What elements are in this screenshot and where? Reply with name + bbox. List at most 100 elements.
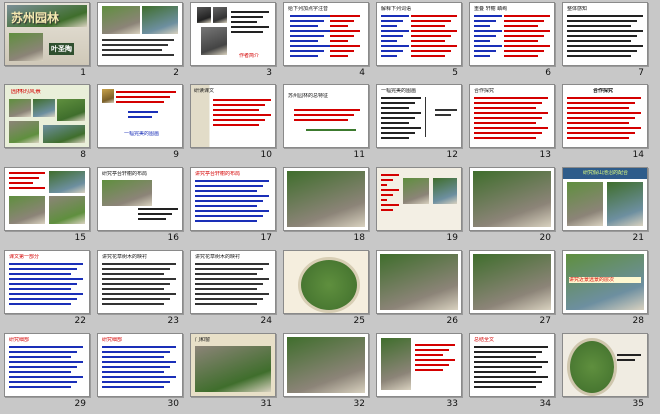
- slide-thumbnail[interactable]: 研究亭台轩榭的布局 16: [97, 167, 187, 248]
- text-line: [381, 50, 403, 52]
- slide-text: 重叠 轩榭 嶙峋: [474, 6, 508, 12]
- slide-thumbnail[interactable]: 整体感知 7: [562, 2, 652, 83]
- slide-text: 合作探究: [474, 88, 495, 94]
- text-line: [381, 184, 387, 186]
- slide-number: 30: [167, 399, 179, 409]
- slide-thumbnail[interactable]: 合作探究 13: [469, 84, 559, 165]
- slide-number: 17: [260, 233, 272, 243]
- slide-preview: [469, 250, 555, 314]
- slide-thumbnail[interactable]: 研读课文 10: [190, 84, 280, 165]
- slide-thumbnail[interactable]: 26: [376, 250, 466, 331]
- slide-thumbnail[interactable]: 苏州园林的总特征 11: [283, 84, 373, 165]
- slide-thumbnail[interactable]: 研究假山池沼的配合 21: [562, 167, 652, 248]
- garden-photo: [142, 6, 178, 34]
- garden-photo: [380, 254, 458, 310]
- text-line: [381, 25, 397, 27]
- slide-number: 2: [173, 68, 179, 78]
- text-line: [102, 366, 170, 368]
- text-line: [195, 200, 263, 202]
- text-line: [290, 40, 318, 42]
- slide-thumbnail[interactable]: 20: [469, 167, 559, 248]
- text-line: [290, 20, 324, 22]
- text-line: [102, 356, 164, 358]
- round-window-photo: [567, 338, 617, 396]
- slide-thumbnail[interactable]: 讲究花草树木的映衬 24: [190, 250, 280, 331]
- slide-number: 4: [359, 68, 365, 78]
- text-line: [213, 114, 271, 116]
- text-line: [567, 40, 631, 42]
- text-line: [102, 386, 164, 388]
- slide-thumbnail[interactable]: 给下列加点字注音 4: [283, 2, 373, 83]
- text-line: [195, 263, 269, 265]
- slide-thumbnail[interactable]: 35: [562, 333, 652, 414]
- slide-number: 8: [80, 150, 86, 160]
- slide-thumbnail[interactable]: 33: [376, 333, 466, 414]
- slide-preview: 课文第一部分: [4, 250, 90, 314]
- slide-thumbnail[interactable]: 一幅完美的图画 12: [376, 84, 466, 165]
- slide-thumbnail[interactable]: 32: [283, 333, 373, 414]
- text-line: [567, 50, 637, 52]
- slide-number: 12: [446, 150, 458, 160]
- text-line: [381, 15, 409, 17]
- slide-preview: [97, 2, 183, 66]
- garden-photo: [57, 99, 85, 121]
- slide-thumbnail[interactable]: 15: [4, 167, 94, 248]
- slide-text: 给下列加点字注音: [288, 6, 329, 12]
- slide-preview: [376, 333, 462, 397]
- text-line: [102, 39, 174, 41]
- text-line: [9, 288, 71, 290]
- text-line: [381, 45, 409, 47]
- text-line: [102, 303, 164, 305]
- slide-thumbnail[interactable]: 苏州园林 叶圣陶 1: [4, 2, 94, 83]
- slide-number: 25: [353, 316, 365, 326]
- garden-photo: [9, 121, 39, 143]
- slide-thumbnail[interactable]: 讲究花草树木的映衬 23: [97, 250, 187, 331]
- garden-photo: [287, 171, 365, 227]
- text-line: [138, 208, 178, 210]
- text-line: [102, 346, 176, 348]
- garden-photo: [49, 171, 85, 193]
- text-line: [128, 111, 158, 113]
- slide-thumbnail[interactable]: 27: [469, 250, 559, 331]
- garden-photo: [213, 7, 227, 23]
- slide-number: 21: [632, 233, 644, 243]
- slide-preview: 讲究花草树木的映衬: [190, 250, 276, 314]
- text-line: [504, 50, 544, 52]
- slide-number: 3: [266, 68, 272, 78]
- text-line: [435, 114, 451, 116]
- slide-thumbnail[interactable]: 解释下列词语 5: [376, 2, 466, 83]
- slide-preview: 总结全文: [469, 333, 555, 397]
- slide-thumbnail[interactable]: 课文第一部分 22: [4, 250, 94, 331]
- slide-thumbnail[interactable]: 园林的风景 8: [4, 84, 94, 165]
- slide-thumbnail[interactable]: 研究细部 30: [97, 333, 187, 414]
- slide-thumbnail[interactable]: 总结全文 34: [469, 333, 559, 414]
- text-line: [231, 11, 269, 13]
- text-line: [474, 132, 542, 134]
- slide-thumbnail[interactable]: 合作探究 14: [562, 84, 652, 165]
- slide-number: 26: [446, 316, 458, 326]
- slide-thumbnail[interactable]: 门和窗 31: [190, 333, 280, 414]
- text-line: [195, 293, 269, 295]
- text-line: [504, 15, 550, 17]
- slide-thumbnail[interactable]: 讲究近景远景的层次 28: [562, 250, 652, 331]
- text-line: [9, 263, 83, 265]
- slide-number: 16: [167, 233, 179, 243]
- slide-thumbnail[interactable]: 重叠 轩榭 嶙峋 6: [469, 2, 559, 83]
- slide-thumbnail[interactable]: 2: [97, 2, 187, 83]
- text-line: [195, 180, 269, 182]
- deck-author: 叶圣陶: [49, 43, 74, 55]
- slide-thumbnail[interactable]: 一幅完美的图画 9: [97, 84, 187, 165]
- slide-preview: 讲究亭台轩榭的布局: [190, 167, 276, 231]
- slide-thumbnail[interactable]: 19: [376, 167, 466, 248]
- slide-thumbnail[interactable]: 25: [283, 250, 373, 331]
- slide-text: 研究细部: [102, 337, 123, 343]
- slide-thumbnail[interactable]: 18: [283, 167, 373, 248]
- text-line: [504, 25, 538, 27]
- text-line: [411, 50, 451, 52]
- slide-text: 研究假山池沼的配合: [583, 170, 629, 176]
- slide-thumbnail[interactable]: 研究细部 29: [4, 333, 94, 414]
- text-line: [411, 15, 457, 17]
- slide-preview: [4, 167, 90, 231]
- slide-thumbnail[interactable]: 讲究亭台轩榭的布局 17: [190, 167, 280, 248]
- slide-thumbnail[interactable]: 作者简介 3: [190, 2, 280, 83]
